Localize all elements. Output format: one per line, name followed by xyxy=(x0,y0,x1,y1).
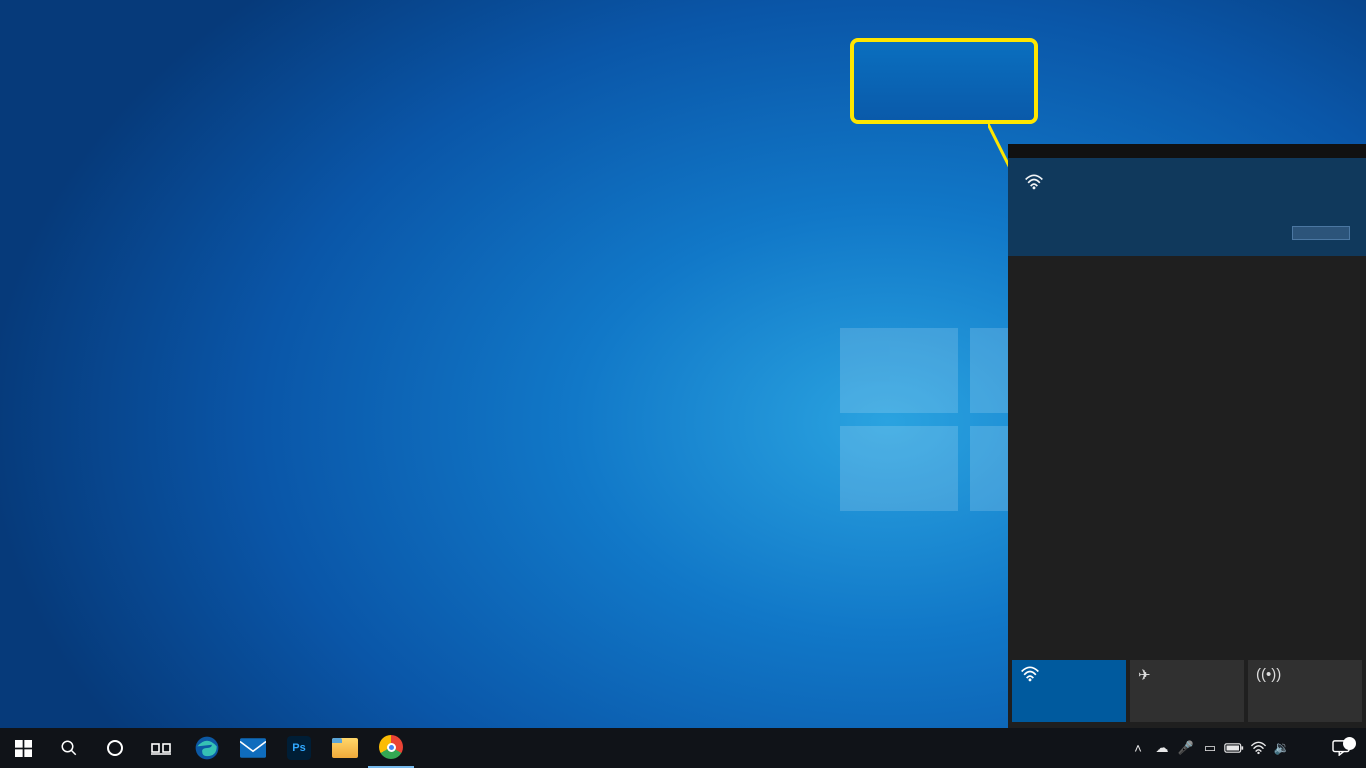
tray-battery-icon[interactable] xyxy=(1222,728,1246,768)
tile-wifi[interactable] xyxy=(1012,660,1126,722)
flyout-titlebar xyxy=(1008,144,1366,158)
callout-properties xyxy=(850,38,1038,124)
tray-onedrive-icon[interactable]: ☁ xyxy=(1150,728,1174,768)
tray-overflow-button[interactable]: ˄ xyxy=(1126,728,1150,768)
hotspot-icon: ((•)) xyxy=(1256,666,1354,683)
taskbar-app-edge[interactable] xyxy=(184,728,230,768)
tray-laptop-icon[interactable]: ▭ xyxy=(1198,728,1222,768)
action-center-button[interactable] xyxy=(1322,740,1360,756)
tile-airplane[interactable]: ✈ xyxy=(1130,660,1244,722)
taskbar-app-chrome[interactable] xyxy=(368,728,414,768)
tile-hotspot[interactable]: ((•)) xyxy=(1248,660,1362,722)
taskbar: Ps ˄ ☁ 🎤 ▭ 🔉 xyxy=(0,728,1366,768)
action-center-badge xyxy=(1343,737,1356,750)
quick-action-tiles: ✈ ((•)) xyxy=(1008,660,1366,728)
tray-wifi-icon[interactable] xyxy=(1246,728,1270,768)
tray-mic-icon[interactable]: 🎤 xyxy=(1174,728,1198,768)
network-flyout: ✈ ((•)) xyxy=(1008,144,1366,728)
airplane-icon: ✈ xyxy=(1138,666,1236,684)
tray-volume-icon[interactable]: 🔉 xyxy=(1270,728,1294,768)
active-network-panel[interactable] xyxy=(1008,158,1366,256)
wifi-icon xyxy=(1024,174,1044,193)
start-button[interactable] xyxy=(0,728,46,768)
network-settings-link[interactable] xyxy=(1008,640,1366,660)
cortana-button[interactable] xyxy=(92,728,138,768)
task-view-button[interactable] xyxy=(138,728,184,768)
taskbar-app-explorer[interactable] xyxy=(322,728,368,768)
taskbar-app-photoshop[interactable]: Ps xyxy=(276,728,322,768)
search-button[interactable] xyxy=(46,728,92,768)
wifi-icon xyxy=(1020,666,1118,686)
disconnect-button[interactable] xyxy=(1292,226,1350,240)
taskbar-app-mail[interactable] xyxy=(230,728,276,768)
